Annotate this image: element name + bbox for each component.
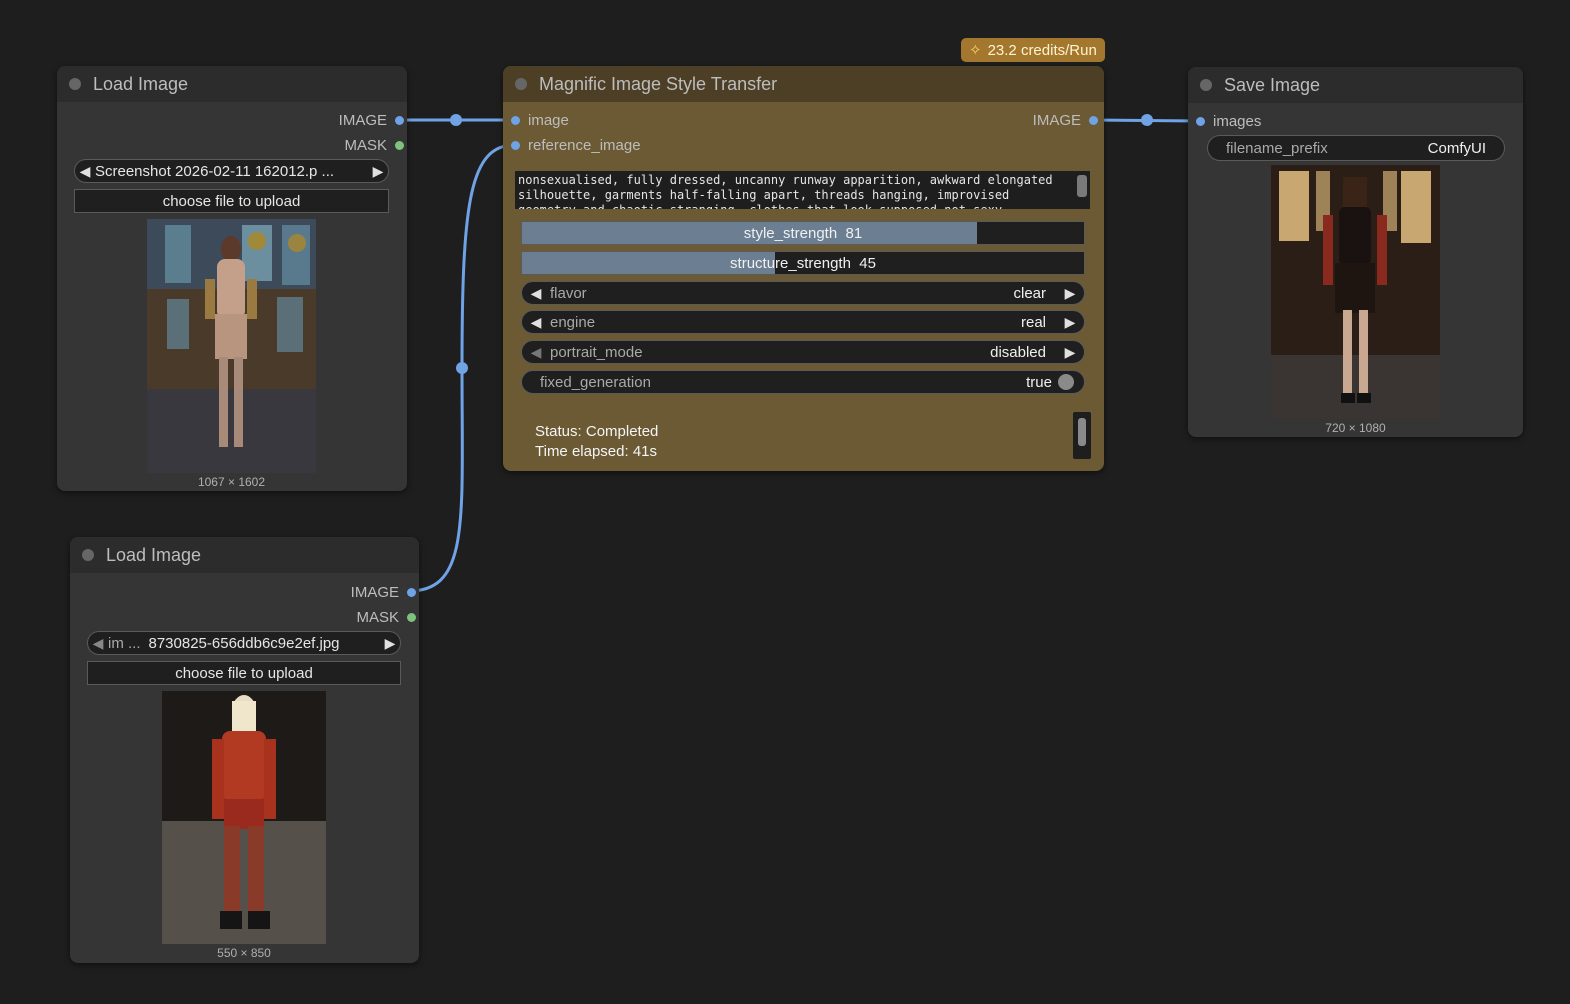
combo-value: clear bbox=[1013, 284, 1046, 302]
combo-name: portrait_mode bbox=[550, 343, 643, 361]
structure-strength-slider[interactable]: structure_strength 45 bbox=[521, 251, 1085, 275]
arrow-left-icon[interactable]: ◀ bbox=[75, 163, 95, 180]
fixed-generation-toggle[interactable]: fixed_generation true bbox=[521, 370, 1085, 394]
slider-name: structure_strength bbox=[730, 254, 851, 272]
prompt-textarea[interactable]: nonsexualised, fully dressed, uncanny ru… bbox=[515, 171, 1090, 209]
node-header[interactable]: Load Image bbox=[70, 537, 419, 573]
arrow-right-icon[interactable]: ▶ bbox=[1060, 344, 1080, 361]
input-reference-slot[interactable]: reference_image bbox=[511, 135, 641, 155]
link-midpoint-3 bbox=[1141, 114, 1153, 126]
input-dot-icon[interactable] bbox=[511, 115, 520, 125]
input-dot-icon[interactable] bbox=[511, 140, 520, 150]
field-name: filename_prefix bbox=[1226, 139, 1328, 157]
collapse-dot-icon[interactable] bbox=[82, 549, 94, 561]
node-header[interactable]: Magnific Image Style Transfer bbox=[503, 66, 1104, 102]
output-dot-icon[interactable] bbox=[395, 115, 404, 125]
combo-prefix: im ... bbox=[108, 634, 141, 652]
combo-name: flavor bbox=[550, 284, 587, 302]
field-value: ComfyUI bbox=[1427, 139, 1486, 157]
output-dot-icon[interactable] bbox=[1089, 115, 1098, 125]
toggle-value: true bbox=[1026, 373, 1052, 391]
combo-value: disabled bbox=[990, 343, 1046, 361]
toggle-name: fixed_generation bbox=[540, 373, 651, 391]
link-midpoint-1 bbox=[450, 114, 462, 126]
combo-value: 8730825-656ddb6c9e2ef.jpg bbox=[148, 634, 340, 652]
style-strength-slider[interactable]: style_strength 81 bbox=[521, 221, 1085, 245]
status-scrollbar-thumb[interactable] bbox=[1078, 418, 1086, 446]
textarea-scrollbar[interactable] bbox=[1077, 175, 1087, 197]
output-mask-slot[interactable]: MASK bbox=[312, 607, 416, 627]
image-file-combo[interactable]: ◀ im ... 8730825-656ddb6c9e2ef.jpg ▶ bbox=[87, 631, 401, 655]
collapse-dot-icon[interactable] bbox=[515, 78, 527, 90]
output-image-label: IMAGE bbox=[338, 111, 387, 129]
combo-value: Screenshot 2026-02-11 162012.p ... bbox=[95, 162, 335, 180]
output-image-slot[interactable]: IMAGE bbox=[312, 582, 416, 602]
portrait-mode-combo[interactable]: ◀ portrait_mode disabled ▶ bbox=[521, 340, 1085, 364]
slider-name: style_strength bbox=[743, 224, 838, 242]
output-mask-label: MASK bbox=[356, 608, 399, 626]
slider-label: structure_strength 45 bbox=[522, 252, 1084, 274]
image-file-combo[interactable]: ◀ Screenshot 2026-02-11 162012.p ... ▶ bbox=[74, 159, 389, 183]
arrow-right-icon[interactable]: ▶ bbox=[368, 163, 388, 180]
image-dimensions: 550 × 850 bbox=[217, 946, 271, 960]
output-mask-slot[interactable]: MASK bbox=[300, 135, 404, 155]
output-image-slot[interactable]: IMAGE bbox=[990, 110, 1098, 130]
arrow-left-icon[interactable]: ◀ bbox=[526, 344, 546, 361]
flavor-combo[interactable]: ◀ flavor clear ▶ bbox=[521, 281, 1085, 305]
output-image-label: IMAGE bbox=[350, 583, 399, 601]
collapse-dot-icon[interactable] bbox=[69, 78, 81, 90]
input-dot-icon[interactable] bbox=[1196, 116, 1205, 126]
status-text: Status: Completed bbox=[535, 423, 659, 440]
input-image-label: image bbox=[528, 111, 569, 129]
input-images-slot[interactable]: images bbox=[1196, 111, 1261, 131]
output-image-slot[interactable]: IMAGE bbox=[300, 110, 404, 130]
runway-photo-1 bbox=[147, 219, 316, 473]
collapse-dot-icon[interactable] bbox=[1200, 79, 1212, 91]
engine-combo[interactable]: ◀ engine real ▶ bbox=[521, 310, 1085, 334]
upload-button[interactable]: choose file to upload bbox=[87, 661, 401, 685]
arrow-left-icon[interactable]: ◀ bbox=[88, 635, 108, 652]
combo-name: engine bbox=[550, 313, 596, 331]
upload-button[interactable]: choose file to upload bbox=[74, 189, 389, 213]
image-dimensions: 1067 × 1602 bbox=[197, 475, 266, 489]
credits-badge: ✧ 23.2 credits/Run bbox=[961, 38, 1105, 62]
arrow-right-icon[interactable]: ▶ bbox=[1060, 314, 1080, 331]
node-header[interactable]: Save Image bbox=[1188, 67, 1523, 103]
image-preview bbox=[147, 219, 316, 473]
output-dot-icon[interactable] bbox=[407, 612, 416, 622]
credits-icon: ✧ bbox=[969, 42, 982, 59]
output-dot-icon[interactable] bbox=[395, 140, 404, 150]
image-preview bbox=[1271, 165, 1440, 419]
filename-prefix-field[interactable]: filename_prefix ComfyUI bbox=[1207, 135, 1505, 161]
slider-value: 45 bbox=[859, 254, 876, 272]
runway-photo-3 bbox=[1271, 165, 1440, 419]
node-header[interactable]: Load Image bbox=[57, 66, 407, 102]
node-title: Magnific Image Style Transfer bbox=[539, 73, 778, 94]
image-preview bbox=[162, 691, 326, 944]
slider-value: 81 bbox=[845, 224, 863, 242]
combo-value: real bbox=[1020, 313, 1046, 331]
arrow-right-icon[interactable]: ▶ bbox=[1060, 285, 1080, 302]
output-image-label: IMAGE bbox=[1032, 111, 1081, 129]
output-dot-icon[interactable] bbox=[407, 587, 416, 597]
arrow-left-icon[interactable]: ◀ bbox=[526, 285, 546, 302]
output-mask-label: MASK bbox=[344, 136, 387, 154]
credits-label: 23.2 credits/Run bbox=[987, 41, 1097, 59]
runway-photo-2 bbox=[162, 691, 326, 944]
image-dimensions: 720 × 1080 bbox=[1325, 421, 1386, 435]
arrow-left-icon[interactable]: ◀ bbox=[526, 314, 546, 331]
toggle-knob-icon[interactable] bbox=[1058, 374, 1074, 390]
input-images-label: images bbox=[1213, 112, 1262, 130]
link-midpoint-2 bbox=[456, 362, 468, 374]
input-reference-label: reference_image bbox=[528, 136, 641, 154]
arrow-right-icon[interactable]: ▶ bbox=[380, 635, 400, 652]
graph-canvas[interactable]: Load Image IMAGE MASK ◀ Screenshot 2026-… bbox=[0, 0, 1570, 1004]
input-image-slot[interactable]: image bbox=[511, 110, 569, 130]
node-title: Save Image bbox=[1224, 74, 1321, 95]
node-title: Load Image bbox=[93, 73, 189, 94]
node-title: Load Image bbox=[106, 544, 202, 565]
elapsed-text: Time elapsed: 41s bbox=[535, 443, 658, 460]
slider-label: style_strength 81 bbox=[522, 222, 1084, 244]
